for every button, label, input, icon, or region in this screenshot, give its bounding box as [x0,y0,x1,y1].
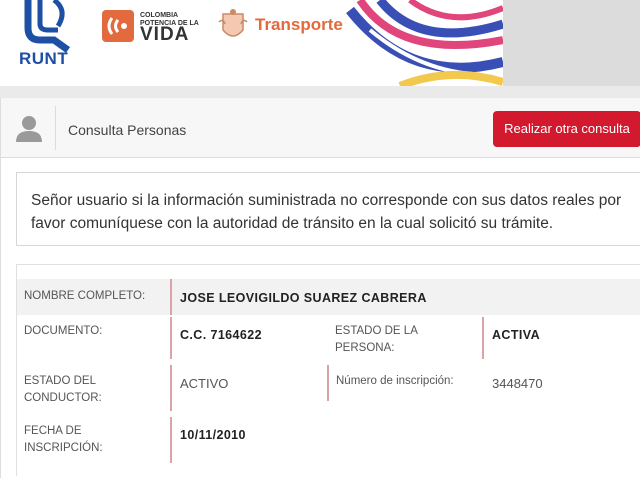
row-separator [170,317,172,359]
row-separator [327,365,329,401]
numero-inscripcion-value: 3448470 [492,376,543,391]
estado-persona-label: ESTADO DE LA PERSONA: [335,325,418,354]
fecha-inscripcion-label: FECHA DE INSCRIPCIÓN: [24,425,103,454]
person-data-table: NOMBRE COMPLETO: JOSE LEOVIGILDO SUAREZ … [16,264,640,476]
consulta-panel: Consulta Personas Realizar otra consulta… [0,98,640,478]
row-separator [170,365,172,411]
user-icon [16,116,42,142]
nombre-completo-label: NOMBRE COMPLETO: [24,290,146,302]
documento-value: C.C. 7164622 [180,328,262,342]
row-separator [170,417,172,463]
runt-label: RUNT [19,49,69,68]
realizar-otra-consulta-button[interactable]: Realizar otra consulta [493,111,640,147]
estado-conductor-value: ACTIVO [180,376,229,391]
notice-message: Señor usuario si la información suminist… [16,172,640,246]
header-divider [55,106,56,150]
national-seal-icon [218,9,248,37]
estado-persona-value: ACTIVA [492,328,540,342]
numero-inscripcion-label: Número de inscripción: [336,375,454,387]
documento-label: DOCUMENTO: [24,325,103,337]
decorative-swoosh-graphic [346,0,503,86]
banner-shadow [0,86,640,98]
row-separator [482,317,484,359]
panel-header: Consulta Personas Realizar otra consulta [1,98,640,158]
panel-title: Consulta Personas [68,122,187,138]
banner-grey-area [503,0,640,86]
fecha-inscripcion-value: 10/11/2010 [180,428,246,442]
nombre-completo-value: JOSE LEOVIGILDO SUAREZ CABRERA [180,291,427,305]
colombia-logo-icon [102,10,134,42]
transporte-label: Transporte [255,15,343,34]
estado-conductor-label: ESTADO DEL CONDUCTOR: [24,375,102,404]
row-separator [170,279,172,315]
colombia-vida-label: VIDA [140,24,190,45]
